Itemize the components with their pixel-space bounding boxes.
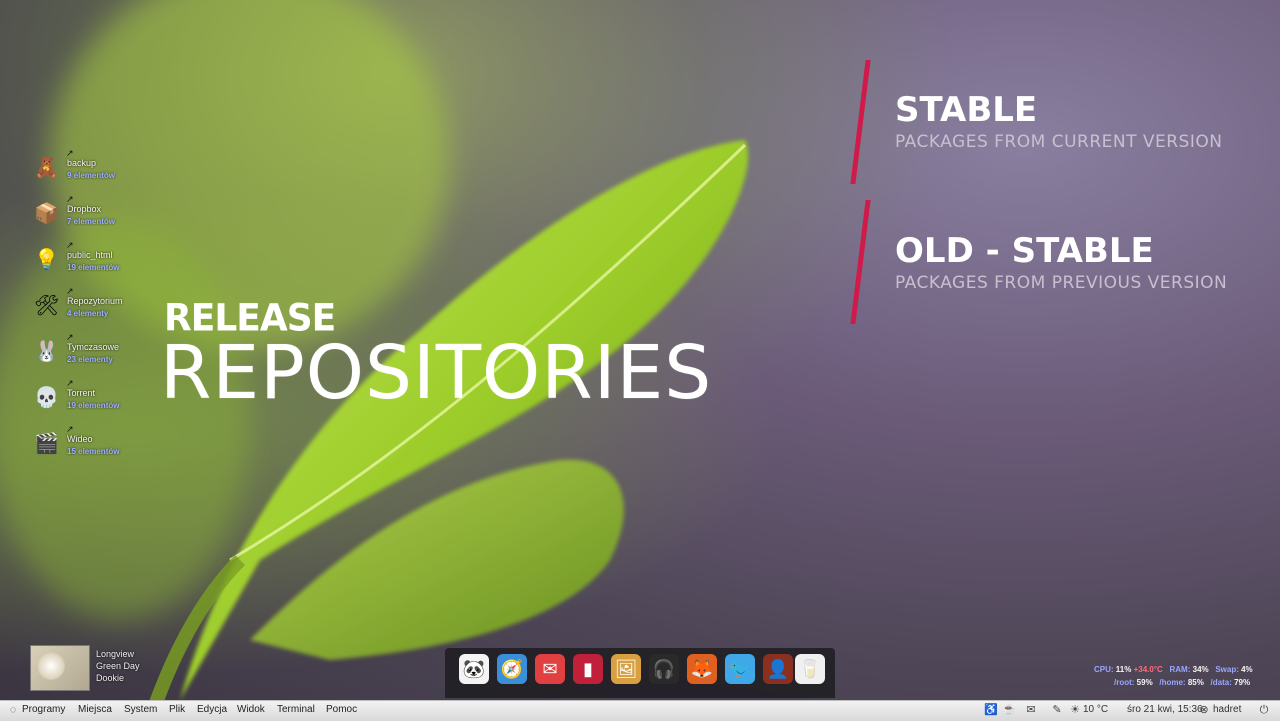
firefox-icon[interactable]: 🦊: [687, 654, 717, 684]
desktop-icon-label: Tymczasowe: [67, 342, 120, 352]
desktop-icon-wideo[interactable]: 🎬 ↗ Wideo 15 elementów: [30, 424, 150, 464]
desktop-icon-label: backup: [67, 158, 97, 168]
desktop-icon-count: 9 elementów: [67, 171, 116, 180]
taskbar: ◌ Programy Miejsca System Plik Edycja Wi…: [0, 700, 1280, 721]
desktop-icon-backup[interactable]: 🧸 ↗ backup 9 elementów: [30, 148, 150, 188]
music-widget[interactable]: Longview Green Day Dookie: [30, 645, 170, 691]
menu-miejsca[interactable]: Miejsca: [78, 704, 112, 715]
desktop-icon-count: 19 elementów: [67, 263, 120, 272]
menu-widok[interactable]: Widok: [237, 704, 265, 715]
repositories-heading: REPOSITORIES: [160, 330, 713, 416]
old-stable-title: OLD - STABLE: [895, 231, 1154, 271]
accessibility-icon[interactable]: ♿: [984, 703, 998, 717]
desktop-icon-dropbox[interactable]: 📦 ↗ Dropbox 7 elementów: [30, 194, 150, 234]
menu-terminal[interactable]: Terminal: [277, 704, 315, 715]
cpu-value: 11%: [1115, 665, 1132, 674]
desktop-icon-torrent[interactable]: 💀 ↗ Torrent 19 elementów: [30, 378, 150, 418]
desktop-icon-public-html[interactable]: 💡 ↗ public_html 19 elementów: [30, 240, 150, 280]
desktop-icon-label: Torrent: [67, 388, 96, 398]
coffee-icon[interactable]: ☕: [1002, 703, 1016, 717]
bunny-icon: 🐰: [34, 341, 59, 363]
data-label: /data:: [1210, 678, 1232, 687]
menu-plik[interactable]: Plik: [169, 704, 185, 715]
ram-label: RAM:: [1169, 665, 1191, 674]
dock: 🐼 🧭 ✉ ▮ 🖼 🎧 🦊 🐦 👤 🥛: [445, 648, 835, 698]
gmail-icon[interactable]: ✉: [535, 654, 565, 684]
old-stable-subtitle: PACKAGES FROM PREVIOUS VERSION: [895, 273, 1228, 293]
cpu-temp: +34.0°C: [1133, 665, 1163, 674]
home-value: 85%: [1187, 678, 1204, 687]
user-switch-icon[interactable]: ⊗: [1197, 703, 1211, 717]
home-label: /home:: [1159, 678, 1186, 687]
menu-system[interactable]: System: [124, 704, 157, 715]
compass-icon[interactable]: 🧭: [497, 654, 527, 684]
root-value: 59%: [1136, 678, 1153, 687]
teddy-bear-icon: 🧸: [34, 157, 59, 179]
power-icon[interactable]: ⏻: [1257, 703, 1271, 717]
album-cover: [30, 645, 90, 691]
menu-pomoc[interactable]: Pomoc: [326, 704, 357, 715]
skull-icon: 💀: [34, 387, 59, 409]
avatar-icon[interactable]: 👤: [763, 654, 793, 684]
terminal-icon[interactable]: ▮: [573, 654, 603, 684]
stable-title: STABLE: [895, 90, 1038, 130]
root-label: /root:: [1114, 678, 1135, 687]
swap-label: Swap:: [1215, 665, 1239, 674]
weather-sun-icon[interactable]: ☀: [1068, 703, 1082, 717]
clapperboard-icon: 🎬: [34, 433, 59, 455]
clock-datetime[interactable]: śro 21 kwi, 15:36: [1127, 704, 1203, 715]
system-monitor: CPU: 11% +34.0°C RAM: 34% Swap: 4% /root…: [1094, 665, 1264, 691]
twitter-icon[interactable]: 🐦: [725, 654, 755, 684]
distro-logo-icon[interactable]: ◌: [6, 703, 20, 717]
desktop-icon-count: 19 elementów: [67, 401, 120, 410]
menu-programy[interactable]: Programy: [22, 704, 65, 715]
ram-value: 34%: [1192, 665, 1209, 674]
desktop-icon-repozytorium[interactable]: 🛠 ↗ Repozytorium 4 elementy: [30, 286, 150, 326]
track-name: Longview: [96, 649, 135, 659]
desktop-icon-tymczasowe[interactable]: 🐰 ↗ Tymczasowe 23 elementy: [30, 332, 150, 372]
image-viewer-icon[interactable]: 🖼: [611, 654, 641, 684]
artist-name: Green Day: [96, 661, 140, 671]
lightbulb-icon: 💡: [34, 249, 59, 271]
milk-carton-icon[interactable]: 🥛: [795, 654, 825, 684]
desktop-icon-count: 15 elementów: [67, 447, 120, 456]
dropbox-icon: 📦: [34, 203, 59, 225]
panda-icon[interactable]: 🐼: [459, 654, 489, 684]
data-value: 79%: [1234, 678, 1251, 687]
mail-icon[interactable]: ✉: [1024, 703, 1038, 717]
notes-icon[interactable]: ✎: [1050, 703, 1064, 717]
album-name: Dookie: [96, 673, 125, 683]
desktop-icon-label: Wideo: [67, 434, 93, 444]
desktop-icon-label: public_html: [67, 250, 113, 260]
swap-value: 4%: [1241, 665, 1253, 674]
desktop-icon-count: 23 elementy: [67, 355, 113, 364]
cpu-label: CPU:: [1094, 665, 1114, 674]
desktop-icon-count: 7 elementów: [67, 217, 116, 226]
desktop-icon-count: 4 elementy: [67, 309, 109, 318]
desktop-icon-label: Repozytorium: [67, 296, 123, 306]
desktop-icon-label: Dropbox: [67, 204, 102, 214]
menu-edycja[interactable]: Edycja: [197, 704, 227, 715]
weather-temperature[interactable]: 10 °C: [1083, 704, 1108, 715]
stable-subtitle: PACKAGES FROM CURRENT VERSION: [895, 132, 1223, 152]
username[interactable]: hadret: [1213, 704, 1241, 715]
tools-icon: 🛠: [34, 295, 60, 317]
headphones-icon[interactable]: 🎧: [649, 654, 679, 684]
